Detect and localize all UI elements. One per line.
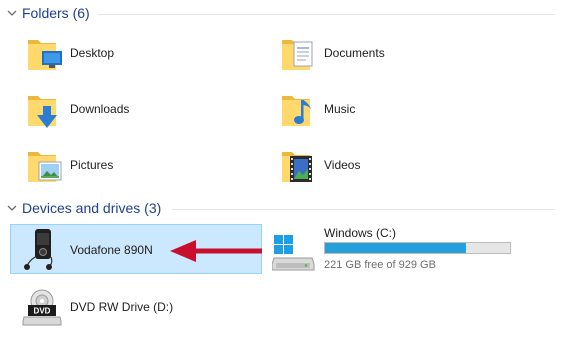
storage-usage-fill xyxy=(325,243,466,253)
device-label: Vodafone 890N xyxy=(70,243,153,257)
documents-folder-icon xyxy=(282,40,313,70)
group-divider xyxy=(98,14,555,15)
folder-label: Pictures xyxy=(70,158,114,172)
red-arrow-icon xyxy=(170,240,262,262)
drive-name: Windows (C:) xyxy=(324,226,397,240)
folder-downloads[interactable]: Downloads xyxy=(14,86,254,134)
folder-label: Downloads xyxy=(70,102,130,116)
folder-pictures[interactable]: Pictures xyxy=(14,142,254,190)
mobile-phone-icon xyxy=(24,229,53,270)
device-label: DVD RW Drive (D:) xyxy=(70,300,174,314)
folder-videos[interactable]: Videos xyxy=(268,142,508,190)
music-folder-icon xyxy=(282,96,312,126)
folder-desktop[interactable]: Desktop xyxy=(14,30,254,78)
group-divider xyxy=(172,209,555,210)
pictures-folder-icon xyxy=(28,152,62,182)
devices-group-header[interactable]: Devices and drives (3) xyxy=(0,199,563,219)
downloads-folder-icon xyxy=(28,96,57,128)
folder-music[interactable]: Music xyxy=(268,86,508,134)
folders-group-title: Folders (6) xyxy=(22,5,90,21)
dvd-drive-icon: DVD xyxy=(22,289,62,326)
folder-label: Documents xyxy=(324,46,385,60)
chevron-down-icon[interactable] xyxy=(6,202,18,214)
folder-documents[interactable]: Documents xyxy=(268,30,508,78)
folder-label: Desktop xyxy=(70,46,115,60)
chevron-down-icon[interactable] xyxy=(6,7,18,19)
drive-windows-c[interactable]: Windows (C:) 221 GB free of 929 GB xyxy=(272,224,520,276)
videos-folder-icon xyxy=(282,152,312,182)
drive-free-space: 221 GB free of 929 GB xyxy=(324,259,436,271)
windows-drive-icon xyxy=(272,235,315,271)
devices-group-title: Devices and drives (3) xyxy=(22,200,162,216)
folders-group-header[interactable]: Folders (6) xyxy=(0,4,563,24)
storage-usage-bar xyxy=(324,242,511,254)
svg-text:DVD: DVD xyxy=(34,307,51,316)
folder-label: Videos xyxy=(324,158,361,172)
desktop-folder-icon xyxy=(28,40,62,70)
drive-dvd-d[interactable]: DVD DVD RW Drive (D:) xyxy=(14,284,254,332)
folder-label: Music xyxy=(324,102,356,116)
